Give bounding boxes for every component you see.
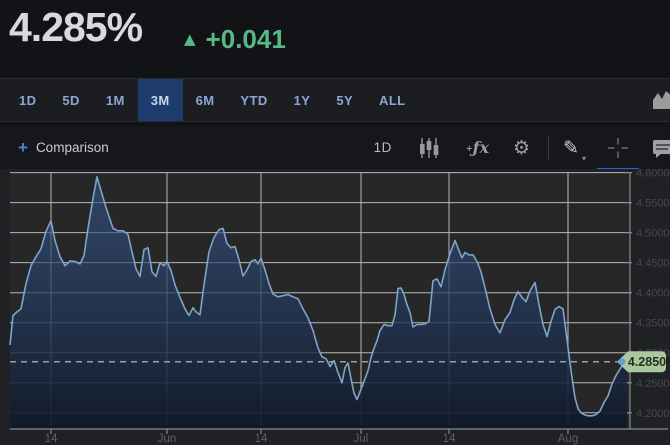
series-end-dot [619, 358, 626, 365]
y-axis-label: 4.2500 [636, 378, 670, 390]
add-comparison-button[interactable]: + Comparison [18, 139, 109, 156]
y-axis-label: 4.5000 [636, 228, 670, 240]
range-6m[interactable]: 6M [183, 79, 228, 121]
range-1m[interactable]: 1M [93, 79, 138, 121]
annotation-bubble-icon[interactable] [651, 137, 670, 159]
draw-pencil-icon[interactable]: ✎ ▾ [563, 137, 579, 159]
range-1y[interactable]: 1Y [281, 79, 324, 121]
y-axis-label: 4.5500 [636, 198, 670, 210]
y-axis-label: 4.6000 [636, 169, 670, 180]
toolbar-divider [548, 135, 549, 161]
interval-selector[interactable]: 1D [374, 140, 392, 155]
area-chart-icon[interactable] [650, 88, 670, 114]
y-axis-label: 4.4000 [636, 288, 670, 300]
quote-header: 4.285% ▲ +0.041 [0, 0, 670, 78]
range-5y[interactable]: 5Y [323, 79, 366, 121]
crosshair-tool-icon[interactable] [607, 137, 629, 159]
range-selector-bar: 1D 5D 1M 3M 6M YTD 1Y 5Y ALL [0, 78, 670, 122]
x-axis-label: 14 [255, 433, 268, 445]
fx-superscript: + [466, 143, 473, 153]
x-axis-label: 14 [45, 433, 58, 445]
pencil-dropdown-caret: ▾ [582, 154, 586, 163]
range-3m-selected[interactable]: 3M [138, 79, 183, 121]
candlestick-chart-icon[interactable] [418, 137, 440, 159]
change-value: +0.041 [206, 24, 286, 55]
x-axis-label: Jul [354, 433, 369, 445]
up-triangle-icon: ▲ [184, 32, 196, 47]
y-axis-label: 4.4500 [636, 258, 670, 270]
range-1d[interactable]: 1D [6, 79, 49, 121]
indicators-fx-icon[interactable]: +ƒx [466, 138, 489, 157]
range-all[interactable]: ALL [366, 79, 418, 121]
x-axis-label: Jun [158, 433, 177, 445]
range-5d[interactable]: 5D [49, 79, 92, 121]
x-axis-label: 14 [443, 433, 456, 445]
comparison-label: Comparison [36, 140, 109, 155]
settings-gear-icon[interactable]: ⚙ [513, 137, 530, 159]
price-chart[interactable]: 4.60004.55004.50004.45004.40004.35004.30… [0, 169, 670, 445]
quote-chart-window: 4.285% ▲ +0.041 1D 5D 1M 3M 6M YTD 1Y 5Y… [0, 0, 670, 445]
x-axis-label: Aug [558, 433, 578, 445]
range-ytd[interactable]: YTD [227, 79, 280, 121]
current-price-badge-label: 4.2850 [628, 355, 666, 369]
price-change: ▲ +0.041 [184, 24, 286, 55]
y-axis-label: 4.3500 [636, 318, 670, 330]
plus-icon: + [18, 139, 28, 156]
chart-toolbar: + Comparison 1D +ƒx ⚙ ✎ [0, 126, 670, 169]
y-axis-label: 4.2000 [636, 408, 670, 420]
area-chart-canvas[interactable]: 4.60004.55004.50004.45004.40004.35004.30… [0, 169, 670, 445]
last-price: 4.285% [9, 4, 142, 51]
